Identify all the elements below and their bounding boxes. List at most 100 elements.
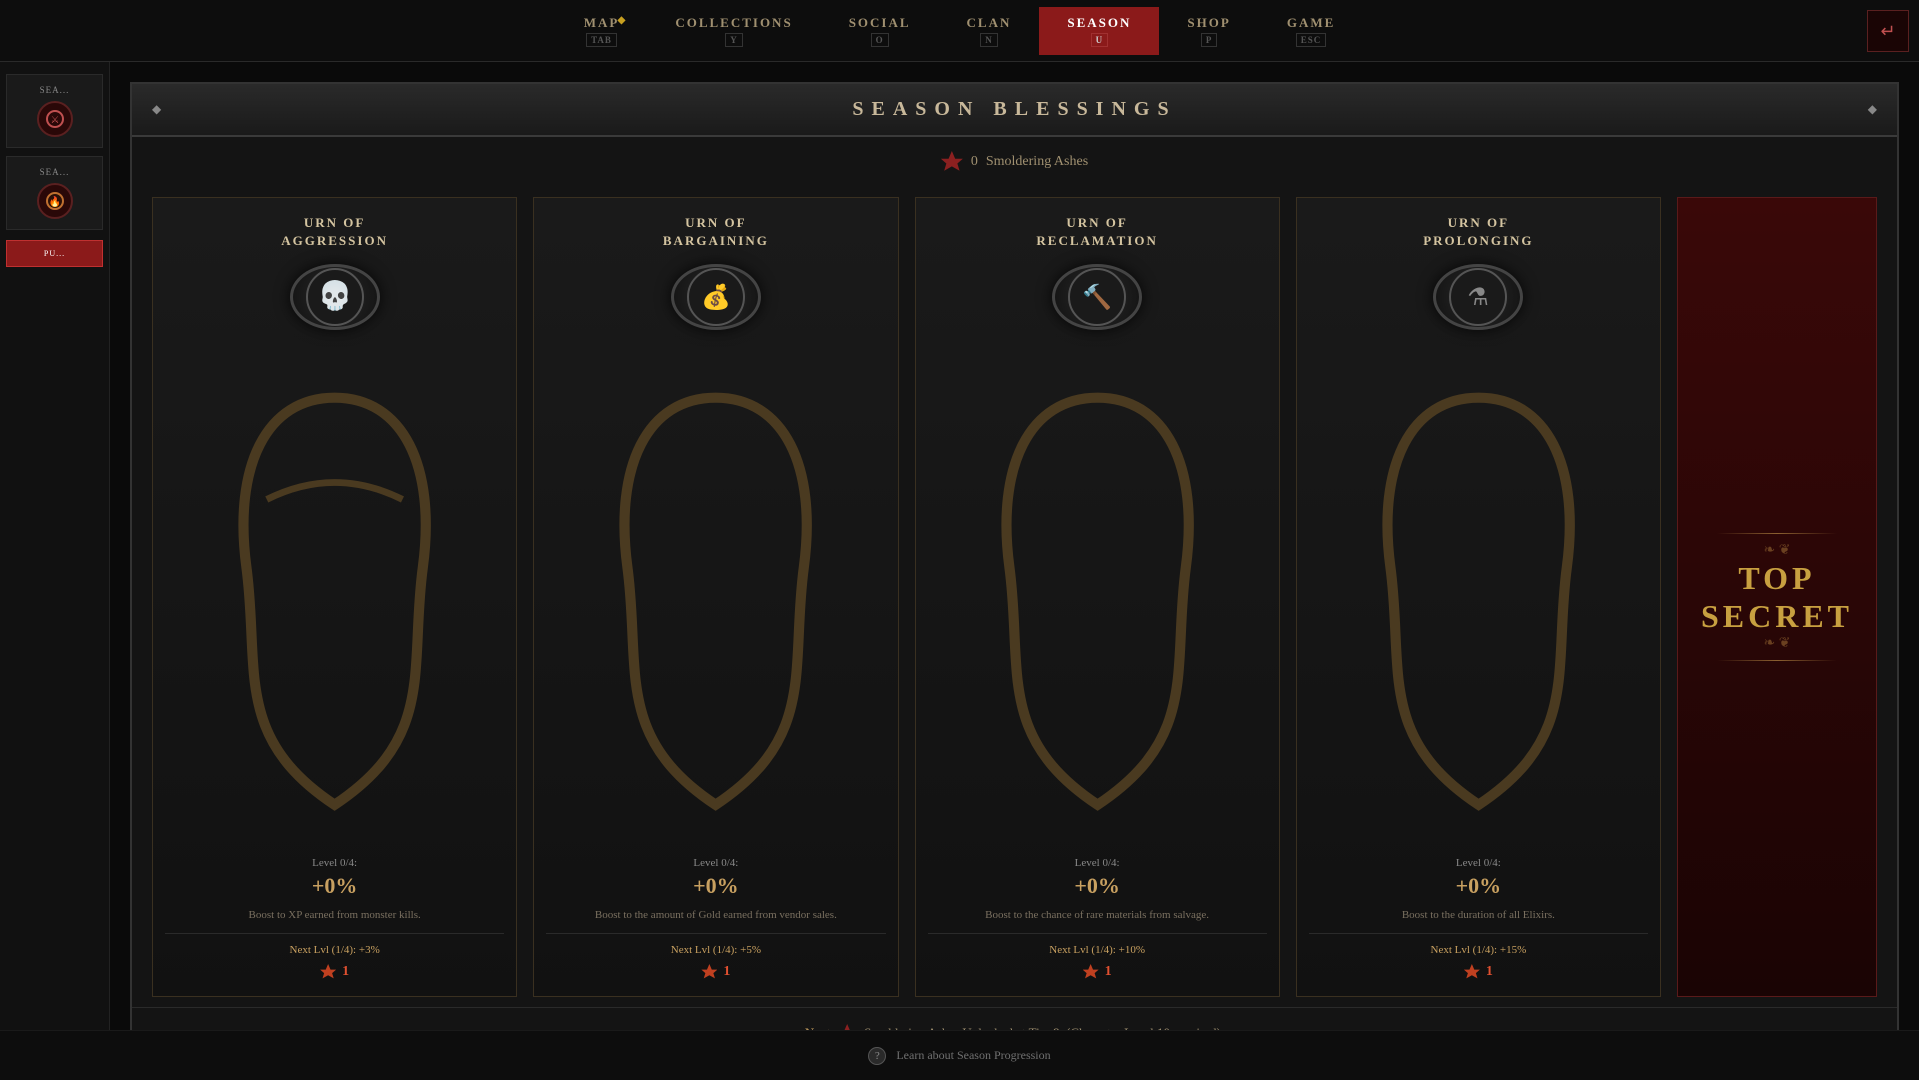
card-aggression-next: Next Lvl (1/4): +3% bbox=[290, 944, 380, 956]
clan-key: N bbox=[980, 33, 998, 47]
ashes-count-row: 0 Smoldering Ashes bbox=[132, 137, 1897, 187]
aggression-icon-svg: 💀 bbox=[305, 267, 365, 327]
top-secret-title: TOP SECRET bbox=[1678, 559, 1876, 636]
season-key: U bbox=[1091, 33, 1109, 47]
card-bargaining-divider bbox=[546, 933, 885, 934]
map-diamond: ◆ bbox=[618, 15, 628, 26]
season-label: SEASON bbox=[1067, 15, 1131, 31]
nav-collections[interactable]: COLLECTIONS Y bbox=[647, 7, 820, 55]
card-reclamation-description: Boost to the chance of rare materials fr… bbox=[981, 907, 1213, 924]
top-navigation: MAP ◆ TAB COLLECTIONS Y SOCIAL O CLAN N … bbox=[0, 0, 1919, 62]
svg-text:🔥: 🔥 bbox=[48, 195, 60, 208]
shop-label: SHOP bbox=[1187, 15, 1230, 31]
sidebar-item-sea1[interactable]: SEA... ⚔ bbox=[6, 74, 103, 148]
game-key: ESC bbox=[1296, 33, 1327, 47]
svg-text:⚔: ⚔ bbox=[50, 115, 59, 126]
card-reclamation-icon-container: 🔨 bbox=[1052, 264, 1142, 330]
card-prolonging-cost: 1 bbox=[1464, 964, 1493, 980]
card-aggression-cost: 1 bbox=[320, 964, 349, 980]
ashes-label: Smoldering Ashes bbox=[986, 154, 1088, 170]
ash-icon-aggression bbox=[320, 964, 336, 980]
card-reclamation-bonus: +0% bbox=[1074, 873, 1120, 899]
card-bargaining-next: Next Lvl (1/4): +5% bbox=[671, 944, 761, 956]
sidebar-item-sea2[interactable]: SEA... 🔥 bbox=[6, 156, 103, 230]
footer: ? Learn about Season Progression bbox=[0, 1030, 1919, 1080]
card-prolonging-title: URN OF PROLONGING bbox=[1423, 214, 1533, 250]
nav-game[interactable]: GAME ESC bbox=[1259, 7, 1363, 55]
reclamation-icon-svg: 🔨 bbox=[1067, 267, 1127, 327]
card-prolonging-level: Level 0/4: bbox=[1456, 857, 1501, 869]
header-diamond-left: ◆ bbox=[152, 102, 161, 117]
card-aggression-level: Level 0/4: bbox=[312, 857, 357, 869]
nav-map[interactable]: MAP ◆ TAB bbox=[556, 7, 648, 55]
clan-label: CLAN bbox=[967, 15, 1012, 31]
card-prolonging-divider bbox=[1309, 933, 1648, 934]
back-icon: ↵ bbox=[1880, 21, 1895, 42]
sidebar-purchase-button[interactable]: PU... bbox=[6, 240, 103, 267]
card-reclamation-level: Level 0/4: bbox=[1075, 857, 1120, 869]
blessing-card-reclamation[interactable]: URN OF RECLAMATION 🔨 Level 0/4: +0% bbox=[915, 197, 1280, 997]
help-circle-button[interactable]: ? bbox=[868, 1047, 886, 1065]
nav-season[interactable]: SEASON U bbox=[1039, 7, 1159, 55]
game-label: GAME bbox=[1287, 15, 1335, 31]
card-aggression-title: URN OF AGGRESSION bbox=[281, 214, 388, 250]
svg-text:💀: 💀 bbox=[317, 279, 352, 312]
sidebar-sea2-label: SEA... bbox=[40, 167, 70, 177]
main-container: SEA... ⚔ SEA... 🔥 PU... bbox=[0, 62, 1919, 1080]
card-bargaining-icon-container: 💰 bbox=[671, 264, 761, 330]
reclamation-vase-graphic bbox=[928, 346, 1267, 856]
panel-title: SEASON BLESSINGS bbox=[852, 98, 1176, 121]
blessing-card-aggression[interactable]: URN OF AGGRESSION 💀 Level 0/4: bbox=[152, 197, 517, 997]
ash-icon-prolonging bbox=[1464, 964, 1480, 980]
ash-icon-bargaining bbox=[701, 964, 717, 980]
back-button[interactable]: ↵ bbox=[1867, 10, 1909, 52]
card-reclamation-divider bbox=[928, 933, 1267, 934]
card-reclamation-title: URN OF RECLAMATION bbox=[1036, 214, 1157, 250]
learn-text[interactable]: Learn about Season Progression bbox=[896, 1048, 1050, 1063]
card-prolonging-icon-container: ⚗ bbox=[1433, 264, 1523, 330]
sidebar-sea2-icon: 🔥 bbox=[37, 183, 73, 219]
ashes-number: 0 bbox=[971, 154, 978, 170]
map-label: MAP bbox=[584, 15, 620, 31]
svg-text:⚗: ⚗ bbox=[1468, 285, 1490, 311]
card-bargaining-cost: 1 bbox=[701, 964, 730, 980]
nav-shop[interactable]: SHOP P bbox=[1159, 7, 1258, 55]
content-area: ◆ SEASON BLESSINGS ◆ 0 Smoldering Ashes … bbox=[110, 62, 1919, 1080]
shop-key: P bbox=[1201, 33, 1218, 47]
card-aggression-icon-container: 💀 bbox=[290, 264, 380, 330]
top-secret-card[interactable]: ❧ ❦ TOP SECRET ❧ ❦ bbox=[1677, 197, 1877, 997]
ts-line-bottom bbox=[1717, 660, 1837, 661]
svg-text:💰: 💰 bbox=[701, 283, 731, 311]
bargaining-vase-graphic bbox=[546, 346, 885, 856]
card-prolonging-next: Next Lvl (1/4): +15% bbox=[1431, 944, 1527, 956]
header-diamond-right: ◆ bbox=[1868, 102, 1877, 117]
blessing-cards-container: URN OF AGGRESSION 💀 Level 0/4: bbox=[132, 187, 1897, 1007]
card-bargaining-bonus: +0% bbox=[693, 873, 739, 899]
ash-icon-reclamation bbox=[1083, 964, 1099, 980]
card-bargaining-title: URN OF BARGAINING bbox=[663, 214, 769, 250]
sidebar-sea1-label: SEA... bbox=[40, 85, 70, 95]
card-aggression-description: Boost to XP earned from monster kills. bbox=[245, 907, 425, 924]
sidebar-sea1-icon: ⚔ bbox=[37, 101, 73, 137]
nav-social[interactable]: SOCIAL O bbox=[821, 7, 939, 55]
bargaining-icon-svg: 💰 bbox=[686, 267, 746, 327]
card-aggression-bonus: +0% bbox=[312, 873, 358, 899]
blessing-card-prolonging[interactable]: URN OF PROLONGING ⚗ Level 0/4: +0% bbox=[1296, 197, 1661, 997]
aggression-vase-graphic bbox=[165, 346, 504, 856]
card-reclamation-next: Next Lvl (1/4): +10% bbox=[1049, 944, 1145, 956]
prolonging-vase-graphic bbox=[1309, 346, 1648, 856]
sidebar-purchase-label: PU... bbox=[44, 249, 65, 258]
card-bargaining-level: Level 0/4: bbox=[693, 857, 738, 869]
blessing-card-bargaining[interactable]: URN OF BARGAINING 💰 Level 0/4: +0% bbox=[533, 197, 898, 997]
nav-clan[interactable]: CLAN N bbox=[939, 7, 1040, 55]
svg-text:🔨: 🔨 bbox=[1082, 283, 1112, 311]
left-sidebar: SEA... ⚔ SEA... 🔥 PU... bbox=[0, 62, 110, 1080]
collections-label: COLLECTIONS bbox=[675, 15, 792, 31]
card-reclamation-cost: 1 bbox=[1083, 964, 1112, 980]
help-icon: ? bbox=[875, 1050, 880, 1062]
social-key: O bbox=[871, 33, 889, 47]
card-bargaining-description: Boost to the amount of Gold earned from … bbox=[591, 907, 841, 924]
ashes-icon bbox=[941, 151, 963, 173]
prolonging-icon-svg: ⚗ bbox=[1448, 267, 1508, 327]
ts-line-top bbox=[1717, 533, 1837, 534]
